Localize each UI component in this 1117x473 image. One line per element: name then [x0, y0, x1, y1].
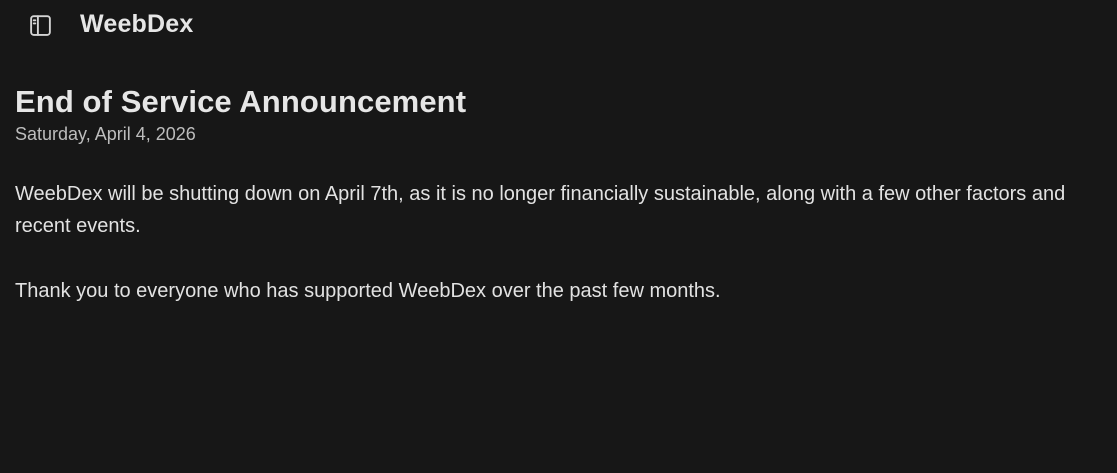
announcement-paragraph: WeebDex will be shutting down on April 7… [15, 183, 1066, 237]
announcement-content: End of Service Announcement Saturday, Ap… [15, 84, 1105, 340]
announcement-paragraph: Thank you to everyone who has supported … [15, 280, 721, 302]
announcement-body: WeebDex will be shutting down on April 7… [15, 178, 1105, 307]
sidebar-panel-icon [29, 14, 51, 36]
page-title: End of Service Announcement [15, 84, 467, 119]
app-title[interactable]: WeebDex [80, 10, 194, 39]
sidebar-toggle-button[interactable] [27, 12, 53, 38]
post-date: Saturday, April 4, 2026 [15, 124, 196, 144]
top-bar: WeebDex [0, 0, 1117, 50]
